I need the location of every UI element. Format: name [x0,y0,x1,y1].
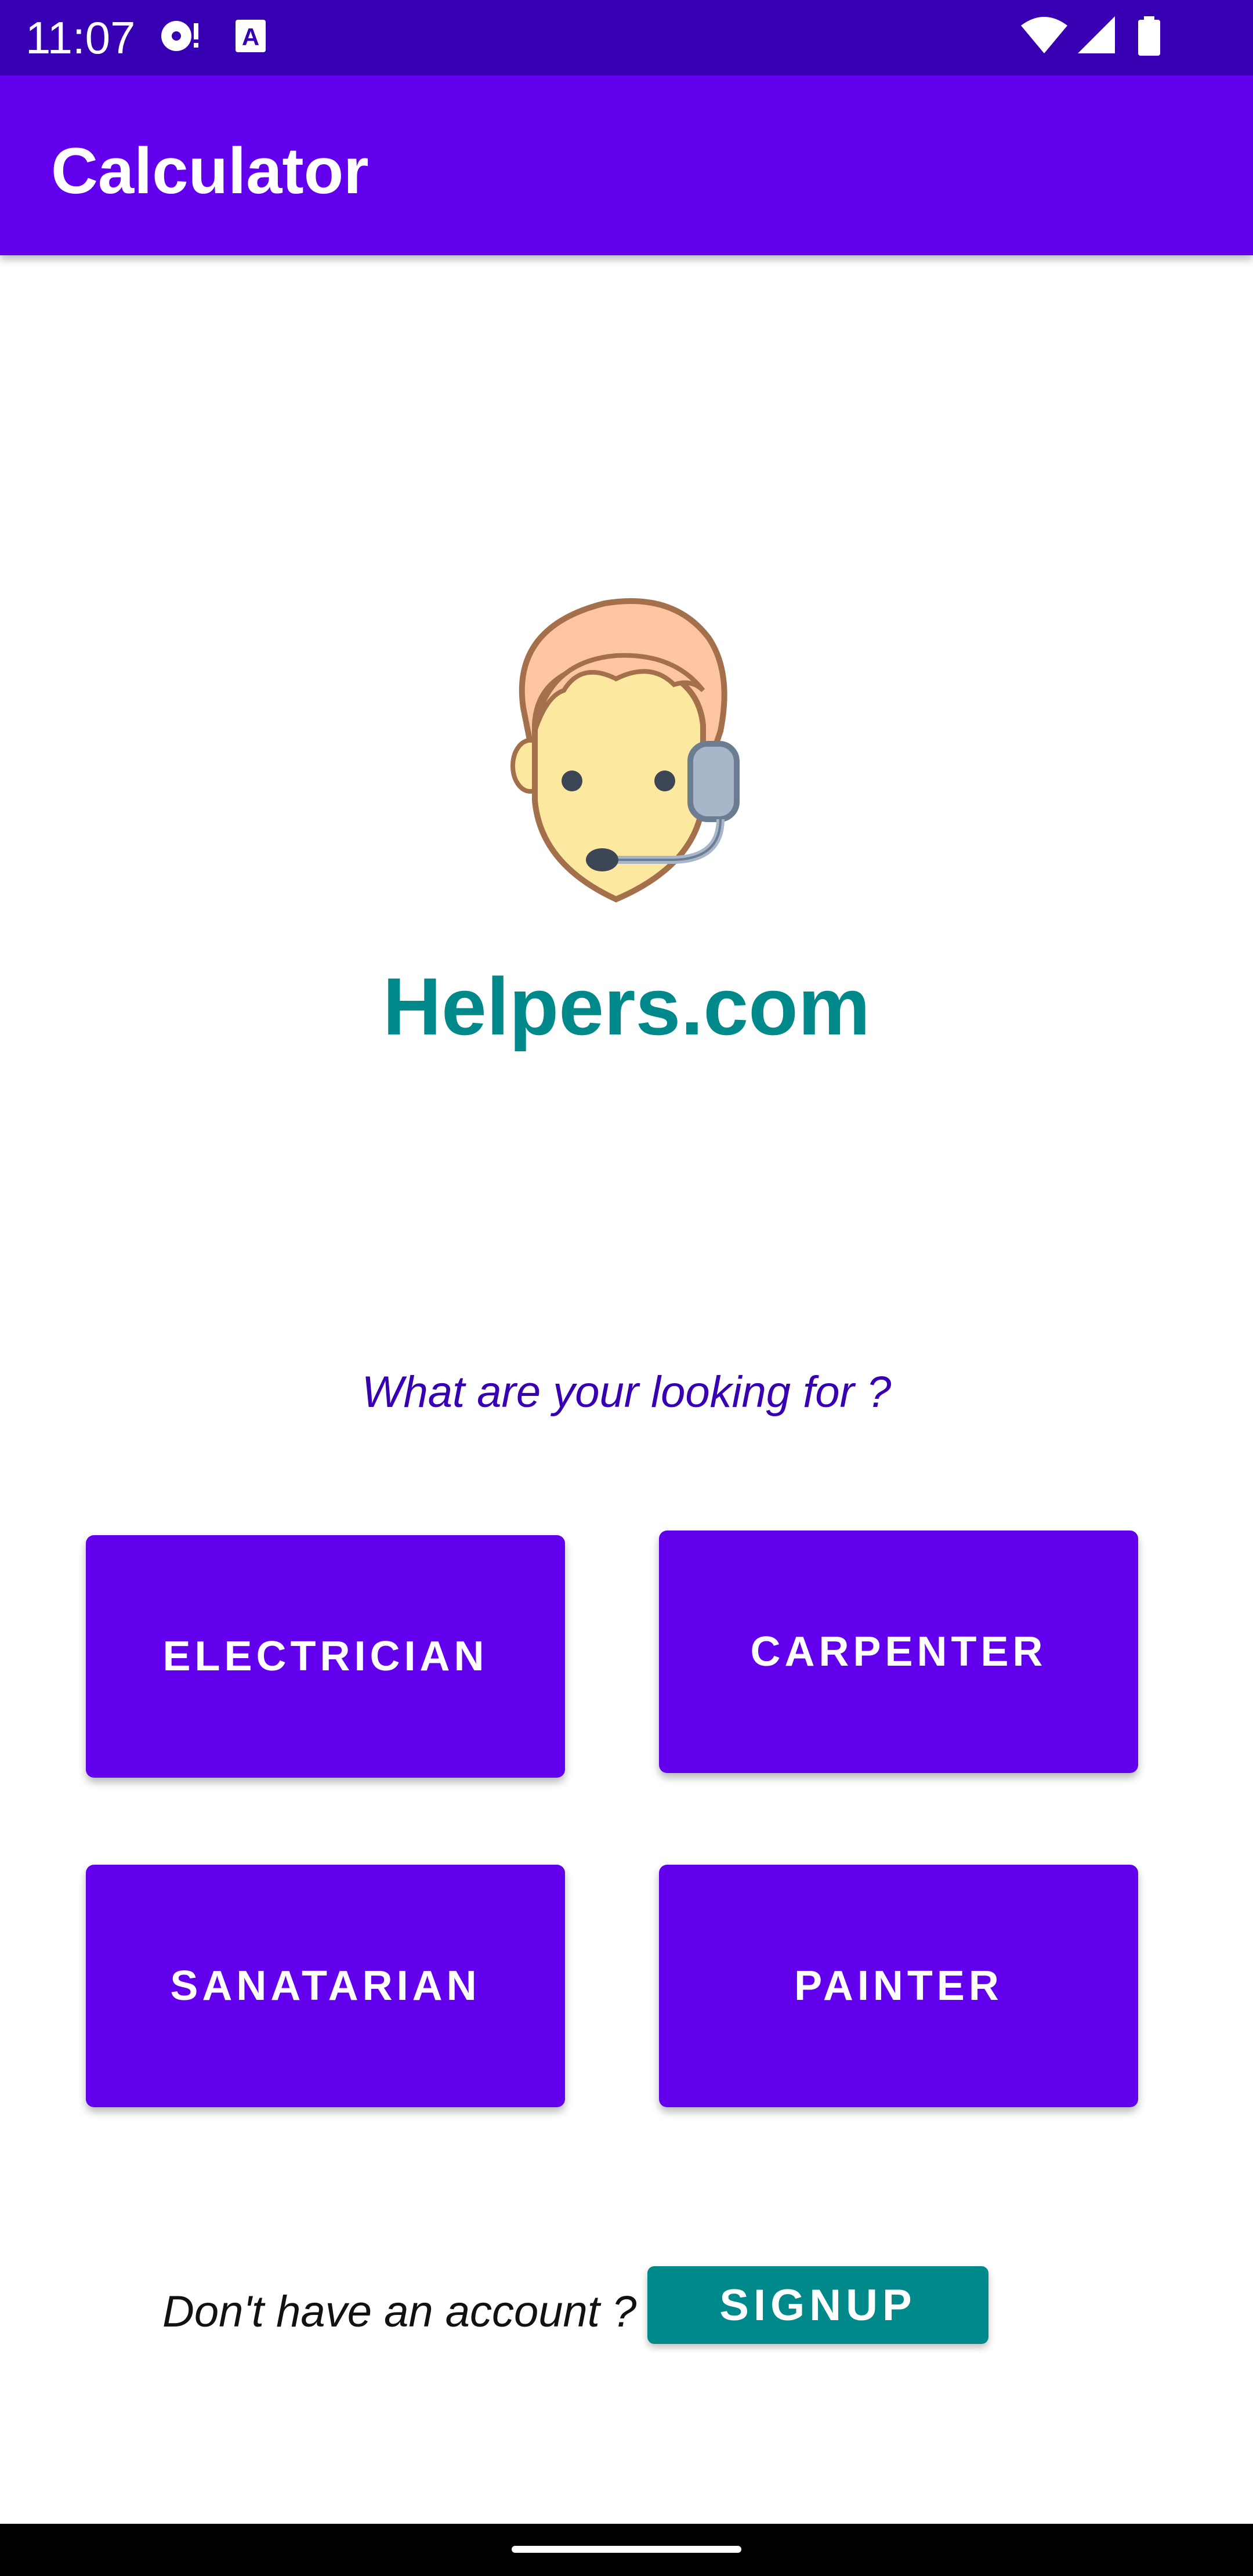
support-agent-headset-icon [500,592,755,917]
sync-disc-icon [157,15,203,59]
app-screen: 11:07 A Calculator Helpers.com What are … [0,0,1253,2576]
font-a-icon: A [233,15,268,59]
signal-icon [1075,15,1117,59]
svg-text:A: A [242,23,259,50]
home-gesture-bar[interactable] [512,2546,741,2553]
electrician-button[interactable]: ELECTRICIAN [86,1535,565,1778]
status-bar: 11:07 A [0,0,1253,75]
app-title: Calculator [51,135,369,207]
brand-title: Helpers.com [382,961,871,1052]
sanatarian-button[interactable]: SANATARIAN [86,1865,565,2107]
prompt-text: What are your looking for ? [361,1367,892,1417]
navigation-bar [0,2524,1253,2576]
carpenter-button[interactable]: CARPENTER [659,1531,1138,1773]
painter-button[interactable]: PAINTER [659,1865,1138,2107]
wifi-icon [1020,15,1069,59]
signup-button[interactable]: SIGNUP [647,2266,988,2344]
app-bar: Calculator [0,75,1253,255]
status-time: 11:07 [26,12,136,63]
battery-icon [1135,15,1164,60]
account-question-text: Don't have an account ? [162,2287,637,2336]
